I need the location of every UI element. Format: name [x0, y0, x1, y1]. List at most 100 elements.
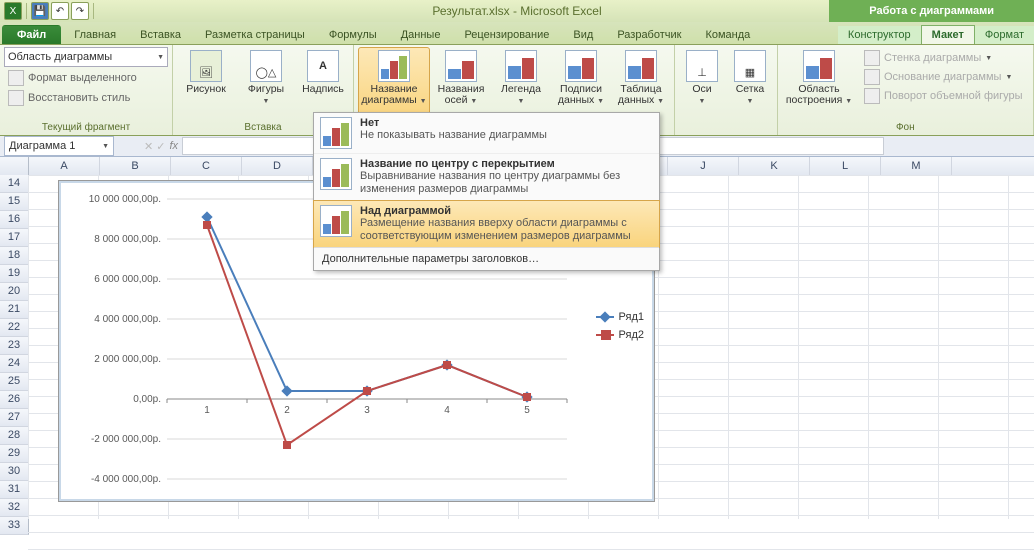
row-header[interactable]: 33 — [0, 517, 29, 535]
separator — [93, 3, 94, 19]
column-header[interactable]: A — [29, 157, 100, 175]
3d-rotation-button: Поворот объемной фигуры — [860, 87, 1027, 105]
legend-icon — [505, 50, 537, 82]
dropdown-option-above[interactable]: Над диаграммойРазмещение названия вверху… — [313, 200, 660, 248]
row-header[interactable]: 15 — [0, 193, 29, 211]
format-icon — [8, 70, 24, 86]
tab-team[interactable]: Команда — [694, 25, 761, 44]
excel-icon: X — [4, 2, 22, 20]
reset-icon — [8, 90, 24, 106]
above-icon — [320, 205, 352, 237]
tab-developer[interactable]: Разработчик — [606, 25, 692, 44]
overlay-icon — [320, 158, 352, 190]
row-headers: 1415161718192021222324252627282930313233 — [0, 175, 29, 519]
shapes-icon: ◯△ — [250, 50, 282, 82]
chevron-down-icon: ▼ — [102, 143, 109, 150]
name-box[interactable]: Диаграмма 1▼ — [4, 136, 114, 156]
row-header[interactable]: 14 — [0, 175, 29, 193]
legend-entry-2[interactable]: Ряд2 — [596, 329, 644, 341]
chart-legend[interactable]: Ряд1 Ряд2 — [596, 311, 644, 347]
row-header[interactable]: 30 — [0, 463, 29, 481]
axes-button[interactable]: ⊥Оси▼ — [679, 47, 725, 121]
series2-marker-icon — [596, 334, 614, 336]
data-table-button[interactable]: Таблица данных ▼ — [612, 47, 670, 121]
chart-wall-button: Стенка диаграммы ▼ — [860, 49, 1027, 67]
rotation-icon — [864, 88, 880, 104]
format-selection-button[interactable]: Формат выделенного — [4, 69, 168, 87]
row-header[interactable]: 17 — [0, 229, 29, 247]
row-header[interactable]: 32 — [0, 499, 29, 517]
tab-chart-format[interactable]: Формат — [975, 26, 1034, 44]
tab-chart-design[interactable]: Конструктор — [838, 26, 921, 44]
tab-data[interactable]: Данные — [390, 25, 452, 44]
gridlines-button[interactable]: ▦Сетка▼ — [727, 47, 773, 121]
dropdown-option-overlay[interactable]: Название по центру с перекрытиемВыравнив… — [314, 154, 659, 201]
undo-icon[interactable]: ↶ — [51, 2, 69, 20]
context-tools-header: Работа с диаграммами — [829, 0, 1034, 22]
chart-element-selector[interactable]: Область диаграммы▼ — [4, 47, 168, 67]
row-header[interactable]: 23 — [0, 337, 29, 355]
svg-text:4 000 000,00р.: 4 000 000,00р. — [94, 314, 161, 325]
row-header[interactable]: 31 — [0, 481, 29, 499]
row-header[interactable]: 20 — [0, 283, 29, 301]
row-header[interactable]: 18 — [0, 247, 29, 265]
data-labels-button[interactable]: Подписи данных ▼ — [552, 47, 610, 121]
tab-page-layout[interactable]: Разметка страницы — [194, 25, 316, 44]
dropdown-more-options[interactable]: Дополнительные параметры заголовков… — [314, 247, 659, 270]
tab-insert[interactable]: Вставка — [129, 25, 192, 44]
redo-icon[interactable]: ↷ — [71, 2, 89, 20]
row-header[interactable]: 27 — [0, 409, 29, 427]
fx-icon: fx — [170, 140, 179, 152]
legend-entry-1[interactable]: Ряд1 — [596, 311, 644, 323]
tab-chart-layout[interactable]: Макет — [921, 25, 975, 44]
wall-icon — [864, 50, 880, 66]
group-label-background: Фон — [782, 121, 1029, 135]
svg-text:1: 1 — [204, 405, 210, 416]
row-header[interactable]: 24 — [0, 355, 29, 373]
row-header[interactable]: 29 — [0, 445, 29, 463]
svg-text:6 000 000,00р.: 6 000 000,00р. — [94, 274, 161, 285]
row-header[interactable]: 26 — [0, 391, 29, 409]
reset-style-button[interactable]: Восстановить стиль — [4, 89, 168, 107]
dropdown-option-none[interactable]: НетНе показывать название диаграммы — [314, 113, 659, 154]
series1-marker-icon — [596, 316, 614, 318]
select-all-corner[interactable] — [0, 157, 29, 175]
chart-title-button[interactable]: Название диаграммы ▼ — [358, 47, 430, 121]
picture-button[interactable]: 🖼Рисунок — [177, 47, 235, 121]
svg-text:2 000 000,00р.: 2 000 000,00р. — [94, 354, 161, 365]
svg-text:4: 4 — [444, 405, 450, 416]
row-header[interactable]: 21 — [0, 301, 29, 319]
svg-text:-4 000 000,00р.: -4 000 000,00р. — [91, 474, 161, 485]
row-header[interactable]: 22 — [0, 319, 29, 337]
column-header[interactable]: C — [171, 157, 242, 175]
row-header[interactable]: 28 — [0, 427, 29, 445]
column-header[interactable]: K — [739, 157, 810, 175]
chart-title-icon — [378, 50, 410, 82]
plot-area-button[interactable]: Область построения ▼ — [782, 47, 856, 121]
group-label-current-selection: Текущий фрагмент — [4, 121, 168, 135]
svg-text:8 000 000,00р.: 8 000 000,00р. — [94, 234, 161, 245]
tab-formulas[interactable]: Формулы — [318, 25, 388, 44]
chart-floor-button: Основание диаграммы ▼ — [860, 68, 1027, 86]
axes-icon: ⊥ — [686, 50, 718, 82]
column-header[interactable]: B — [100, 157, 171, 175]
column-header[interactable]: D — [242, 157, 313, 175]
save-icon[interactable]: 💾 — [31, 2, 49, 20]
legend-button[interactable]: Легенда▼ — [492, 47, 550, 121]
tab-review[interactable]: Рецензирование — [453, 25, 560, 44]
column-header[interactable]: M — [881, 157, 952, 175]
column-header[interactable]: J — [668, 157, 739, 175]
axis-titles-button[interactable]: Названия осей ▼ — [432, 47, 490, 121]
group-label-axes — [679, 121, 773, 135]
tab-home[interactable]: Главная — [63, 25, 127, 44]
tab-file[interactable]: Файл — [2, 25, 61, 44]
svg-text:0,00р.: 0,00р. — [133, 394, 161, 405]
row-header[interactable]: 25 — [0, 373, 29, 391]
textbox-button[interactable]: AНадпись — [297, 47, 349, 121]
column-header[interactable]: L — [810, 157, 881, 175]
tab-view[interactable]: Вид — [562, 25, 604, 44]
row-header[interactable]: 19 — [0, 265, 29, 283]
row-header[interactable]: 16 — [0, 211, 29, 229]
shapes-button[interactable]: ◯△Фигуры▼ — [237, 47, 295, 121]
svg-text:5: 5 — [524, 405, 530, 416]
